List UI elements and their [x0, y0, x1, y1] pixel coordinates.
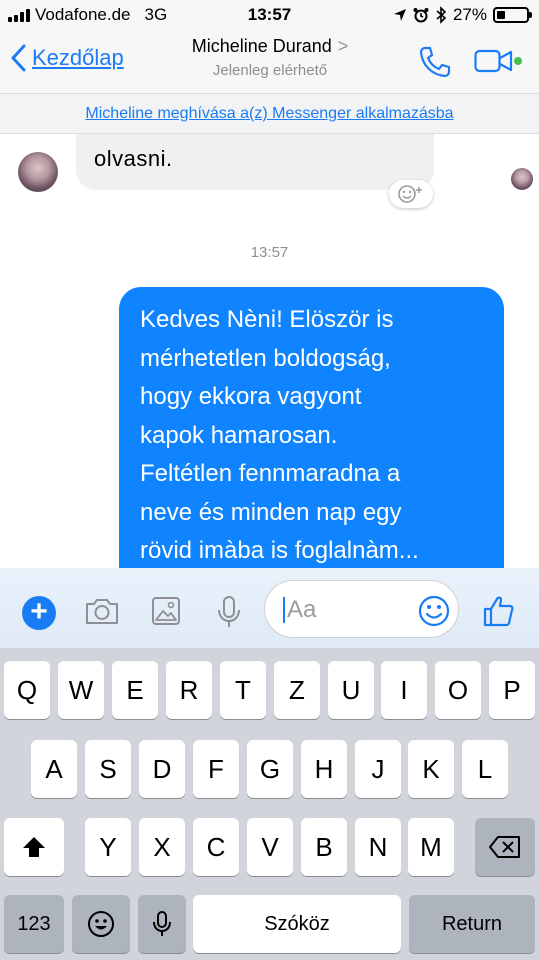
- status-bar: Vodafone.de 3G 13:57 27%: [0, 0, 539, 30]
- outgoing-message-line: Kedves Nèni! Elöször is: [140, 306, 394, 333]
- key-a[interactable]: A: [31, 740, 77, 798]
- key-s[interactable]: S: [85, 740, 131, 798]
- key-e[interactable]: E: [112, 661, 158, 719]
- gallery-icon[interactable]: [151, 595, 181, 627]
- backspace-icon: [489, 836, 520, 858]
- key-p[interactable]: P: [489, 661, 535, 719]
- outgoing-message-line: kapok hamarosan.: [140, 421, 338, 449]
- shift-key[interactable]: [4, 818, 64, 876]
- chevron-right-icon: >: [337, 36, 349, 56]
- key-k[interactable]: K: [408, 740, 454, 798]
- key-d[interactable]: D: [139, 740, 185, 798]
- outgoing-message-line: mérhetetlen boldogság,: [140, 344, 391, 372]
- battery-fill: [497, 11, 505, 19]
- emoji-icon[interactable]: [417, 594, 451, 628]
- outgoing-message-line: hogy ekkora vagyont: [140, 383, 362, 410]
- key-b[interactable]: B: [301, 818, 347, 876]
- key-g[interactable]: G: [247, 740, 293, 798]
- microphone-icon: [153, 911, 171, 936]
- outgoing-message-line: neve és minden nap egy: [140, 498, 402, 526]
- contact-name-button[interactable]: Micheline Durand >: [170, 36, 370, 57]
- on-screen-keyboard: Q W E R T Z U I O P A S D F G H J K L Y …: [0, 648, 539, 960]
- microphone-icon[interactable]: [216, 595, 242, 629]
- status-right: 27%: [393, 5, 532, 25]
- key-v[interactable]: V: [247, 818, 293, 876]
- alarm-icon: [413, 8, 429, 23]
- key-u[interactable]: U: [328, 661, 374, 719]
- conversation-header: Kezdőlap Micheline Durand > Jelenleg elér…: [0, 30, 539, 93]
- camera-icon[interactable]: [84, 595, 120, 627]
- key-y[interactable]: Y: [85, 818, 131, 876]
- online-indicator: [514, 57, 522, 65]
- key-q[interactable]: Q: [4, 661, 50, 719]
- key-t[interactable]: T: [220, 661, 266, 719]
- contact-avatar[interactable]: [18, 152, 58, 192]
- battery-icon: [493, 7, 532, 23]
- phone-call-icon[interactable]: [418, 45, 452, 79]
- invite-link[interactable]: Micheline meghívása a(z) Messenger alkal…: [85, 105, 453, 122]
- back-button[interactable]: Kezdőlap: [10, 44, 124, 72]
- message-input-placeholder: Aa: [287, 596, 317, 623]
- outgoing-message-line: rövid imàba is foglalnàm...: [140, 537, 419, 564]
- chevron-left-icon: [11, 44, 26, 72]
- key-w[interactable]: W: [58, 661, 104, 719]
- location-arrow-icon: [393, 9, 406, 21]
- read-receipt-avatar: [511, 168, 533, 190]
- message-input[interactable]: Aa: [264, 580, 459, 638]
- more-actions-button[interactable]: +: [22, 596, 56, 630]
- back-button-label: Kezdőlap: [32, 45, 124, 70]
- bluetooth-icon: [436, 6, 447, 24]
- key-m[interactable]: M: [408, 818, 454, 876]
- space-key[interactable]: Szóköz: [193, 895, 401, 953]
- composer-bar: + Aa: [0, 568, 539, 648]
- message-timestamp: 13:57: [250, 244, 289, 261]
- emoji-key[interactable]: [72, 895, 130, 953]
- incoming-message-text: olvasni.: [94, 146, 173, 171]
- numbers-key[interactable]: 123: [4, 895, 64, 953]
- thumbs-up-icon[interactable]: [482, 594, 516, 628]
- return-key[interactable]: Return: [409, 895, 535, 953]
- key-f[interactable]: F: [193, 740, 239, 798]
- key-r[interactable]: R: [166, 661, 212, 719]
- key-h[interactable]: H: [301, 740, 347, 798]
- incoming-message-bubble[interactable]: olvasni.: [76, 134, 434, 190]
- outgoing-message-line: Feltétlen fennmaradna a: [140, 460, 401, 487]
- key-z[interactable]: Z: [274, 661, 320, 719]
- contact-status: Jelenleg elérhető: [212, 62, 328, 79]
- message-list[interactable]: olvasni. 13:57 Kedves Nèni! Elöször is m…: [0, 134, 539, 568]
- smiley-plus-icon: [398, 185, 422, 203]
- key-i[interactable]: I: [381, 661, 427, 719]
- invite-banner: Micheline meghívása a(z) Messenger alkal…: [0, 93, 539, 134]
- key-l[interactable]: L: [462, 740, 508, 798]
- emoji-icon: [88, 911, 114, 937]
- key-j[interactable]: J: [355, 740, 401, 798]
- key-c[interactable]: C: [193, 818, 239, 876]
- dictation-key[interactable]: [138, 895, 186, 953]
- shift-arrow-icon: [23, 837, 45, 857]
- backspace-key[interactable]: [475, 818, 535, 876]
- video-call-icon[interactable]: [474, 48, 526, 74]
- text-caret: [283, 597, 285, 623]
- battery-percent: 27%: [452, 5, 487, 24]
- outgoing-message-bubble[interactable]: Kedves Nèni! Elöször is mérhetetlen bold…: [119, 287, 504, 568]
- key-x[interactable]: X: [139, 818, 185, 876]
- key-n[interactable]: N: [355, 818, 401, 876]
- key-o[interactable]: O: [435, 661, 481, 719]
- add-reaction-button[interactable]: [389, 180, 433, 208]
- contact-name: Micheline Durand: [191, 36, 332, 56]
